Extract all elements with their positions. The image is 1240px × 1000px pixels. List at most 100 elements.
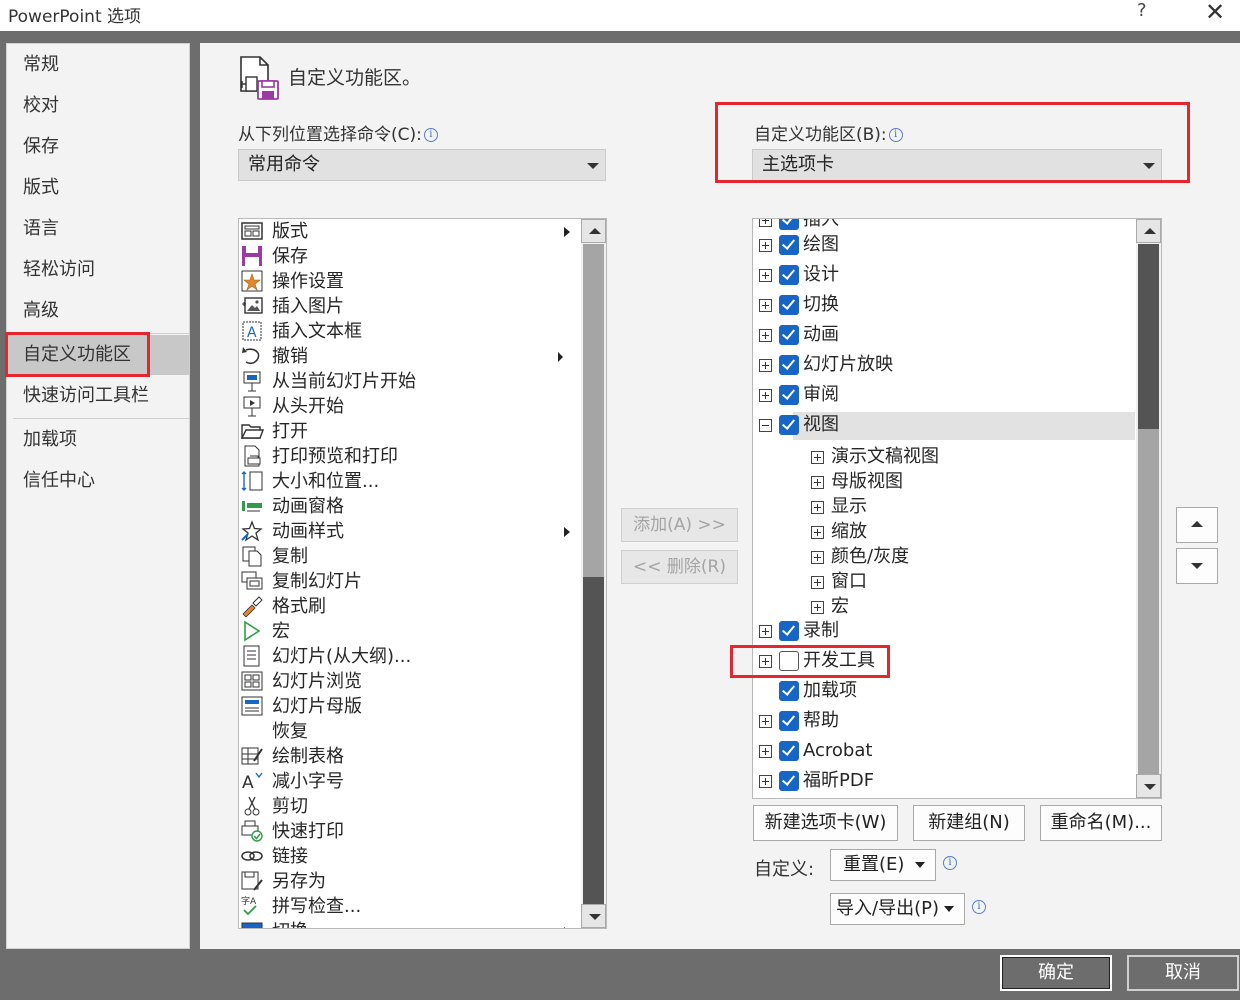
checkbox[interactable] [779, 621, 799, 641]
list-item[interactable]: 插入图片 [239, 294, 579, 319]
tree-group-window[interactable]: 窗口 [753, 568, 1133, 596]
info-icon[interactable]: i [972, 900, 986, 914]
checkbox[interactable] [779, 295, 799, 315]
checkbox[interactable] [779, 681, 799, 701]
tree-item-record[interactable]: 录制 [753, 617, 1133, 645]
checkbox[interactable] [779, 385, 799, 405]
commands-scrollbar[interactable] [581, 219, 606, 928]
sidebar-item-quick-access-toolbar[interactable]: 快速访问工具栏 [7, 376, 189, 416]
list-item[interactable]: 格式刷 [239, 594, 579, 619]
scroll-up-button[interactable] [581, 219, 606, 243]
list-item[interactable]: 操作设置 [239, 269, 579, 294]
checkbox[interactable] [779, 325, 799, 345]
expand-icon[interactable] [759, 625, 772, 638]
tree-item-animations[interactable]: 动画 [753, 321, 1133, 349]
list-item[interactable]: 复制 [239, 544, 579, 569]
expand-icon[interactable] [811, 526, 824, 539]
scrollbar-thumb[interactable] [583, 244, 604, 577]
list-item[interactable]: 剪切 [239, 794, 579, 819]
tree-group-zoom[interactable]: 缩放 [753, 518, 1133, 546]
list-item[interactable]: 链接 [239, 844, 579, 869]
list-item[interactable]: 字A 拼写检查... [239, 894, 579, 919]
expand-icon[interactable] [759, 715, 772, 728]
sidebar-item-language[interactable]: 语言 [7, 209, 189, 249]
sidebar-item-layout[interactable]: 版式 [7, 168, 189, 208]
checkbox[interactable] [779, 265, 799, 285]
checkbox[interactable] [779, 235, 799, 255]
checkbox[interactable] [779, 741, 799, 761]
expand-icon[interactable] [759, 239, 772, 252]
list-item[interactable]: 大小和位置... [239, 469, 579, 494]
tree-item-help[interactable]: 帮助 [753, 707, 1133, 735]
cancel-button[interactable]: 取消 [1127, 955, 1239, 991]
remove-button[interactable]: << 删除(R) [621, 550, 738, 584]
move-down-button[interactable] [1176, 548, 1218, 584]
commands-listbox[interactable]: 版式 保存 操作设置 插入图片 A 插入文本框 撤销 从当前幻灯片开始 从头开始 [238, 218, 607, 929]
scrollbar-thumb[interactable] [1138, 429, 1159, 774]
tree-item-review[interactable]: 审阅 [753, 381, 1133, 409]
expand-icon[interactable] [759, 389, 772, 402]
list-item[interactable]: 恢复 [239, 719, 579, 744]
ribbon-tree[interactable]: 插入 绘图 设计 切换 动画 幻灯片放映 审阅 视图 演示文稿视图 母版视图 显 [752, 218, 1162, 799]
rename-button[interactable]: 重命名(M)... [1040, 805, 1162, 841]
expand-icon[interactable] [759, 219, 772, 227]
new-group-button[interactable]: 新建组(N) [913, 805, 1025, 841]
checkbox[interactable] [779, 711, 799, 731]
expand-icon[interactable] [759, 329, 772, 342]
list-item[interactable]: 快速打印 [239, 819, 579, 844]
tree-item-slideshow[interactable]: 幻灯片放映 [753, 351, 1133, 379]
list-item[interactable]: 绘制表格 [239, 744, 579, 769]
scroll-up-button[interactable] [1136, 219, 1161, 243]
list-item[interactable]: 版式 [239, 219, 579, 244]
expand-icon[interactable] [811, 601, 824, 614]
expand-icon[interactable] [759, 775, 772, 788]
sidebar-item-addins[interactable]: 加载项 [7, 420, 189, 460]
list-item[interactable]: 复制幻灯片 [239, 569, 579, 594]
help-button[interactable]: ? [1137, 0, 1147, 21]
expand-icon[interactable] [811, 451, 824, 464]
close-button[interactable]: ✕ [1205, 0, 1225, 24]
sidebar-item-trust-center[interactable]: 信任中心 [7, 461, 189, 501]
choose-commands-dropdown[interactable]: 常用命令 [238, 149, 606, 181]
list-item[interactable]: 从当前幻灯片开始 [239, 369, 579, 394]
expand-icon[interactable] [759, 745, 772, 758]
expand-icon[interactable] [811, 476, 824, 489]
tree-item-draw[interactable]: 绘图 [753, 231, 1133, 259]
tree-group-presentation-views[interactable]: 演示文稿视图 [753, 443, 1133, 471]
list-item[interactable]: A 减小字号 [239, 769, 579, 794]
expand-icon[interactable] [759, 269, 772, 282]
expand-icon[interactable] [811, 576, 824, 589]
scroll-down-button[interactable] [1136, 774, 1161, 798]
tree-item-view[interactable]: 视图 [753, 411, 1133, 439]
sidebar-item-proofing[interactable]: 校对 [7, 86, 189, 126]
tree-item-addins[interactable]: 加载项 [753, 677, 1133, 705]
list-item[interactable]: 撤销 [239, 344, 579, 369]
list-item[interactable]: 从头开始 [239, 394, 579, 419]
list-item[interactable]: 另存为 [239, 869, 579, 894]
collapse-icon[interactable] [759, 419, 772, 432]
checkbox[interactable] [779, 771, 799, 791]
list-item[interactable]: 保存 [239, 244, 579, 269]
new-tab-button[interactable]: 新建选项卡(W) [753, 805, 898, 841]
list-item[interactable]: A 插入文本框 [239, 319, 579, 344]
expand-icon[interactable] [759, 299, 772, 312]
ribbon-tree-scrollbar[interactable] [1136, 219, 1161, 798]
ok-button[interactable]: 确定 [1000, 955, 1112, 991]
list-item[interactable]: 宏 [239, 619, 579, 644]
tree-item-foxit-pdf[interactable]: 福昕PDF [753, 767, 1133, 795]
info-icon[interactable]: i [423, 128, 438, 142]
list-item[interactable]: 打印预览和打印 [239, 444, 579, 469]
move-up-button[interactable] [1176, 507, 1218, 543]
list-item[interactable]: 幻灯片(从大纲)... [239, 644, 579, 669]
sidebar-item-advanced[interactable]: 高级 [7, 291, 189, 331]
list-item[interactable]: 幻灯片母版 [239, 694, 579, 719]
import-export-dropdown[interactable]: 导入/导出(P) [830, 893, 965, 925]
checkbox[interactable] [779, 415, 799, 435]
sidebar-item-accessibility[interactable]: 轻松访问 [7, 250, 189, 290]
tree-group-color-grayscale[interactable]: 颜色/灰度 [753, 543, 1133, 571]
list-item[interactable]: 幻灯片浏览 [239, 669, 579, 694]
list-item[interactable]: 动画窗格 [239, 494, 579, 519]
sidebar-item-save[interactable]: 保存 [7, 127, 189, 167]
tree-group-show[interactable]: 显示 [753, 493, 1133, 521]
tree-item-design[interactable]: 设计 [753, 261, 1133, 289]
